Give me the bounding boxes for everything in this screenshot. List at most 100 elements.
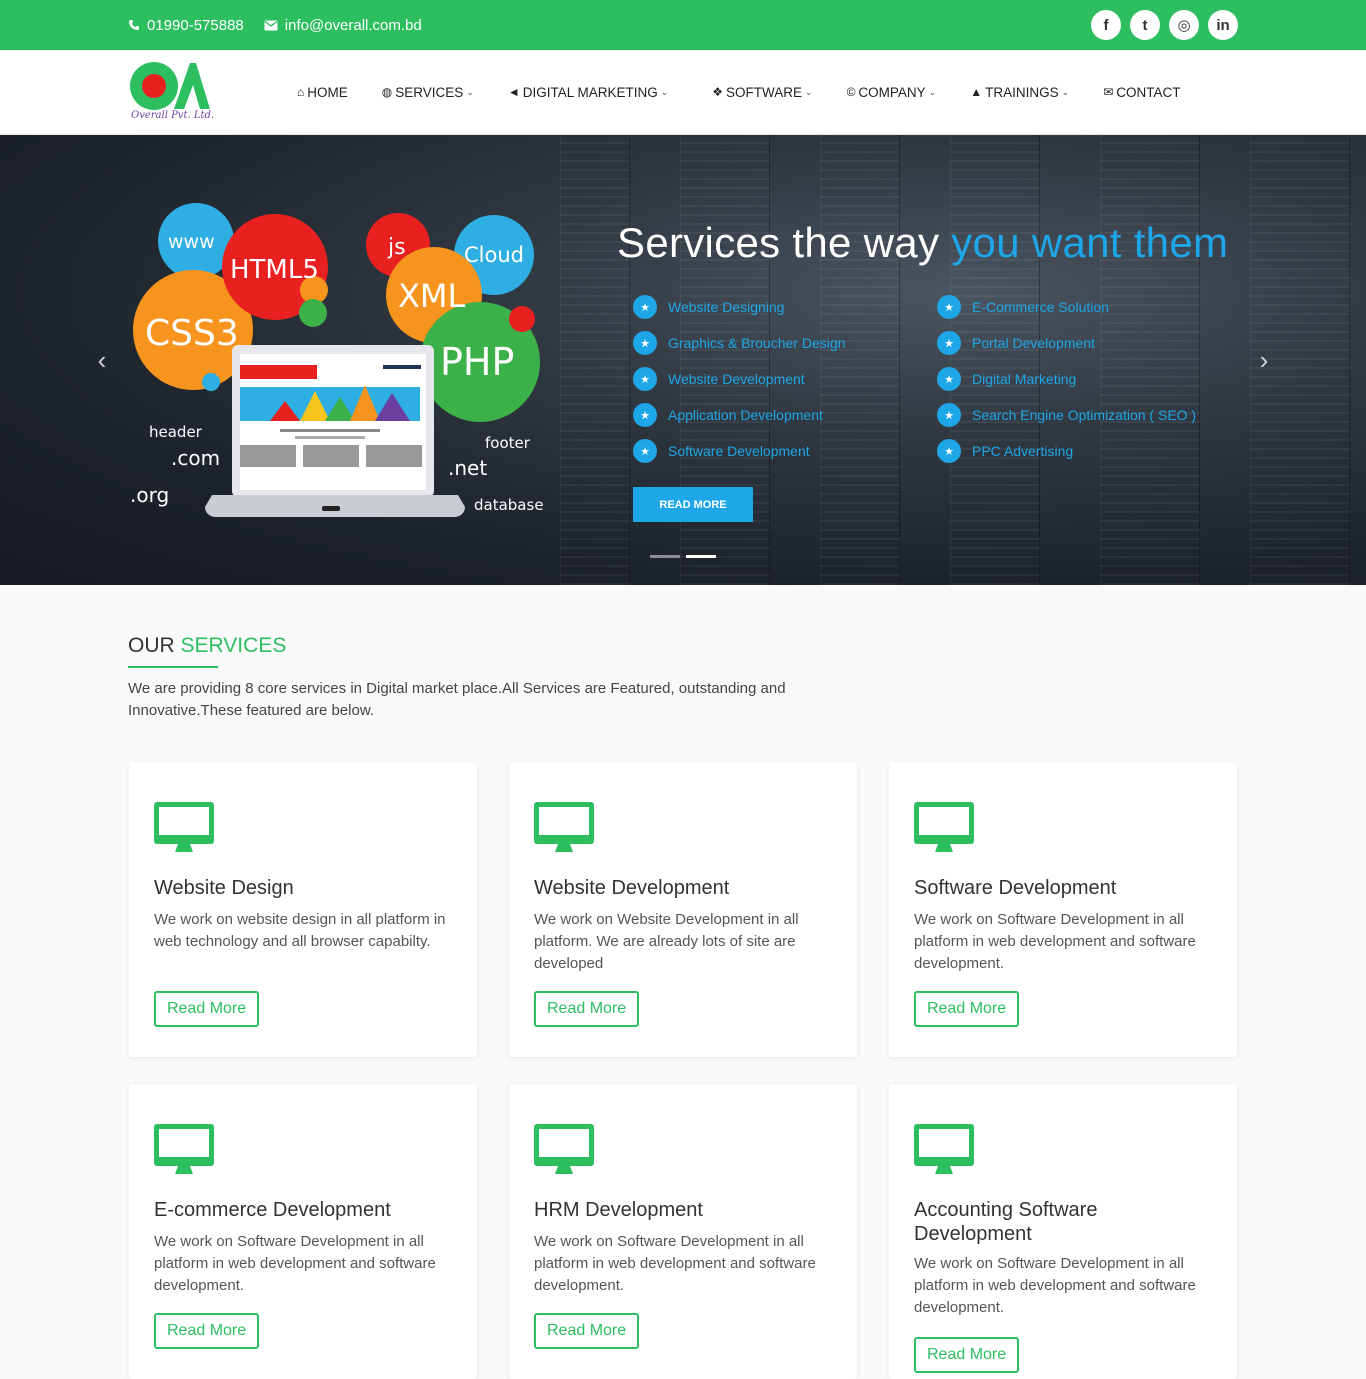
- service-card-title: Website Design: [154, 877, 294, 899]
- server-rack-bg: [560, 135, 630, 585]
- logo[interactable]: Overall Pvt. Ltd.: [128, 61, 215, 125]
- envelope-icon: ✉: [1103, 85, 1114, 99]
- graduation-cap-icon: ▲: [970, 85, 983, 99]
- nav-item-company[interactable]: © COMPANY ⌄: [847, 85, 937, 100]
- hero-read-more-button[interactable]: READ MORE: [633, 487, 753, 522]
- hero-service-label: PPC Advertising: [972, 443, 1074, 459]
- service-card: HRM Development We work on Software Devel…: [509, 1084, 857, 1379]
- dot: [509, 306, 535, 332]
- next-slide-icon[interactable]: ›: [1254, 345, 1274, 375]
- service-card-title: Software Development: [914, 877, 1117, 899]
- service-card-title: Website Development: [534, 877, 730, 899]
- hero-services-right: ★ E-Commerce Solution ★ Portal Development ★…: [937, 289, 1196, 469]
- chevron-down-icon: ⌄: [1061, 86, 1070, 97]
- slide-indicator[interactable]: [650, 555, 680, 558]
- chevron-down-icon: ⌄: [805, 86, 813, 97]
- illustration-label: footer: [485, 434, 531, 452]
- email-item[interactable]: info@overall.com.bd: [264, 17, 422, 34]
- star-icon: ★: [937, 295, 961, 319]
- hero-service-item[interactable]: ★ Website Designing: [633, 289, 845, 325]
- prev-slide-icon[interactable]: ‹: [92, 345, 112, 375]
- hero-service-item[interactable]: ★ Software Development: [633, 433, 845, 469]
- phone-number: 01990-575888: [147, 16, 244, 34]
- service-card-description: We work on Software Development in all p…: [534, 1233, 816, 1294]
- read-more-button[interactable]: Read More: [534, 991, 640, 1027]
- twitter-icon[interactable]: t: [1130, 10, 1160, 40]
- hero-services-left: ★ Website Designing ★ Graphics & Broucher D…: [633, 289, 845, 469]
- service-card-description: We work on Software Development in all p…: [914, 911, 1196, 972]
- star-icon: ★: [937, 331, 961, 355]
- hero-service-item[interactable]: ★ E-Commerce Solution: [937, 289, 1196, 325]
- read-more-button[interactable]: Read More: [914, 991, 1020, 1027]
- phone-item[interactable]: 01990-575888: [128, 17, 244, 34]
- service-card: E-commerce Development We work on Softwar…: [129, 1084, 477, 1379]
- web-tech-illustration: www HTML5 js Cloud CSS3 XML PHP header .…: [130, 203, 544, 517]
- service-card-title: Accounting Software Development: [914, 1199, 1098, 1245]
- phone-icon: [129, 20, 139, 30]
- envelope-icon: [264, 20, 278, 30]
- hero-service-item[interactable]: ★ Portal Development: [937, 325, 1196, 361]
- read-more-button[interactable]: Read More: [154, 991, 260, 1027]
- illustration-label: .org: [130, 483, 169, 507]
- chevron-down-icon: ⌄: [466, 86, 474, 97]
- monitor-icon: [154, 802, 214, 852]
- monitor-icon: [914, 1124, 974, 1174]
- logo-tagline: Overall Pvt. Ltd.: [131, 110, 215, 121]
- hero-service-item[interactable]: ★ Graphics & Broucher Design: [633, 325, 845, 361]
- illustration-label: header: [149, 423, 203, 441]
- monitor-icon: [534, 802, 594, 852]
- hero-service-label: Website Designing: [668, 299, 785, 315]
- hero-service-label: Website Development: [668, 371, 805, 387]
- nav-item-home[interactable]: ⌂ HOME: [297, 85, 348, 100]
- read-more-button[interactable]: Read More: [154, 1313, 260, 1349]
- nav-item-label: SERVICES: [395, 84, 464, 100]
- star-icon: ★: [633, 295, 657, 319]
- instagram-icon[interactable]: ◎: [1169, 10, 1199, 40]
- monitor-icon: [534, 1124, 594, 1174]
- service-card-description: We work on website design in all platfor…: [154, 911, 446, 950]
- services-title: OUR SERVICES: [128, 634, 286, 658]
- service-card: Software Development We work on Software …: [889, 762, 1237, 1057]
- nav-item-contact[interactable]: ✉ CONTACT: [1103, 85, 1180, 100]
- hero-service-item[interactable]: ★ Digital Marketing: [937, 361, 1196, 397]
- read-more-button[interactable]: Read More: [534, 1313, 640, 1349]
- hero-service-label: Graphics & Broucher Design: [668, 335, 846, 351]
- nav-item-software[interactable]: ❖ SOFTWARE ⌄: [712, 85, 812, 100]
- hero-service-item[interactable]: ★ PPC Advertising: [937, 433, 1196, 469]
- dot: [299, 299, 327, 327]
- email-address: info@overall.com.bd: [284, 16, 422, 34]
- monitor-icon: [154, 1124, 214, 1174]
- chevron-down-icon: ⌄: [928, 86, 937, 97]
- services-title-part2: SERVICES: [180, 634, 287, 657]
- illustration-label: .com: [171, 446, 220, 470]
- hero-service-item[interactable]: ★ Application Development: [633, 397, 845, 433]
- nav-item-label: CONTACT: [1116, 84, 1181, 100]
- home-icon: ⌂: [297, 85, 305, 99]
- nav-item-digital-marketing[interactable]: ◄ DIGITAL MARKETING ⌄: [508, 85, 668, 100]
- illustration-label: .net: [448, 456, 487, 480]
- service-card-description: We work on Software Development in all p…: [914, 1255, 1196, 1316]
- star-icon: ★: [633, 403, 657, 427]
- bullhorn-icon: ◄: [507, 85, 520, 99]
- star-icon: ★: [937, 403, 961, 427]
- top-bar: 01990-575888 info@overall.com.bd f t ◎ in: [0, 0, 1366, 50]
- nav-item-label: DIGITAL MARKETING: [522, 84, 658, 100]
- monitor-icon: [914, 802, 974, 852]
- star-icon: ★: [633, 367, 657, 391]
- linkedin-icon[interactable]: in: [1208, 10, 1238, 40]
- header: Overall Pvt. Ltd. ⌂ HOME ◍ SERVICES ⌄ ◄ DIGITA…: [0, 50, 1366, 135]
- nav-item-services[interactable]: ◍ SERVICES ⌄: [382, 85, 474, 100]
- facebook-icon[interactable]: f: [1091, 10, 1121, 40]
- service-card-description: We work on Website Development in all pl…: [534, 911, 799, 972]
- main-nav: ⌂ HOME ◍ SERVICES ⌄ ◄ DIGITAL MARKETING ⌄ ❖ SOFTW…: [297, 50, 1181, 134]
- dot: [202, 373, 220, 391]
- slide-indicator[interactable]: [686, 555, 716, 558]
- service-card: Website Design We work on website design …: [129, 762, 477, 1057]
- read-more-button[interactable]: Read More: [914, 1337, 1020, 1373]
- nav-item-trainings[interactable]: ▲ TRAININGS ⌄: [970, 85, 1069, 100]
- hero-service-item[interactable]: ★ Website Development: [633, 361, 845, 397]
- hero-service-item[interactable]: ★ Search Engine Optimization ( SEO ): [937, 397, 1196, 433]
- copyright-icon: ©: [846, 85, 856, 99]
- star-icon: ★: [937, 439, 961, 463]
- bubble-label: XML: [398, 277, 466, 315]
